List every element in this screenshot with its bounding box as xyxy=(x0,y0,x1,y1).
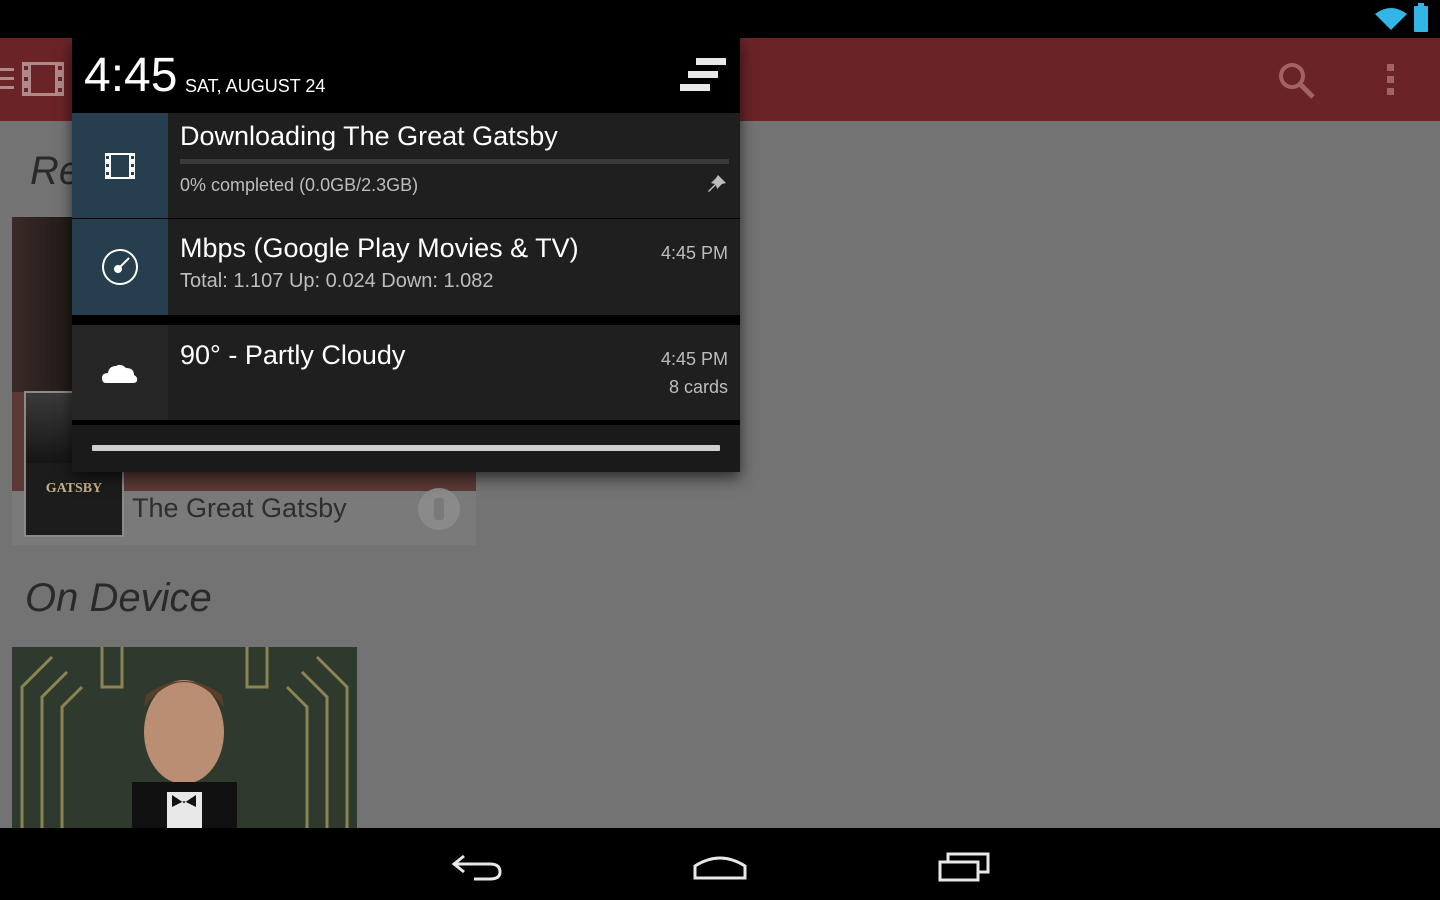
recent-item-title: The Great Gatsby xyxy=(132,493,347,523)
recents-icon[interactable] xyxy=(936,850,994,882)
film-icon xyxy=(105,152,135,179)
on-device-poster[interactable] xyxy=(12,647,357,828)
notification-subtitle: Total: 1.107 Up: 0.024 Down: 1.082 xyxy=(180,270,494,292)
notification-mbps[interactable]: Mbps (Google Play Movies & TV) Total: 1.… xyxy=(72,219,740,315)
on-device-section-title: On Device xyxy=(25,576,212,620)
shade-date: SAT, AUGUST 24 xyxy=(185,76,326,96)
notification-icon-tile xyxy=(72,113,168,218)
poster-title-text: GATSBY xyxy=(45,481,103,496)
notification-subtitle: 0% completed (0.0GB/2.3GB) xyxy=(180,175,419,195)
notification-weather[interactable]: 90° - Partly Cloudy 4:45 PM 8 cards xyxy=(72,325,740,420)
shade-handle-area[interactable] xyxy=(72,425,740,472)
notification-icon-tile xyxy=(72,325,168,420)
download-progress-bar xyxy=(180,159,729,164)
cloud-icon xyxy=(102,364,138,383)
pin-download-icon[interactable] xyxy=(418,488,460,530)
search-icon[interactable] xyxy=(1278,62,1316,100)
notification-card-count: 8 cards xyxy=(668,377,728,397)
recent-card-footer: GATSBY The Great Gatsby xyxy=(12,391,476,545)
back-icon[interactable] xyxy=(450,850,504,882)
notification-title: 90° - Partly Cloudy xyxy=(180,340,406,370)
notification-shade: 4:45 SAT, AUGUST 24 Downloading The Grea… xyxy=(72,38,740,472)
notification-time: 4:45 PM xyxy=(660,243,728,263)
art-deco-pattern xyxy=(20,647,349,828)
home-icon[interactable] xyxy=(691,850,749,882)
notification-title: Mbps (Google Play Movies & TV) xyxy=(180,233,579,263)
overflow-menu-icon[interactable] xyxy=(1387,64,1395,96)
status-bar xyxy=(0,0,1440,38)
film-icon[interactable] xyxy=(22,62,64,96)
navigation-bar xyxy=(0,828,1440,900)
battery-icon xyxy=(1414,3,1428,32)
speedometer-icon xyxy=(102,249,138,285)
notification-icon-tile xyxy=(72,219,168,315)
wifi-icon xyxy=(1375,8,1407,30)
notification-time: 4:45 PM xyxy=(660,349,728,369)
shade-drag-handle[interactable] xyxy=(92,445,720,451)
clear-all-icon[interactable] xyxy=(680,58,726,92)
pin-icon[interactable] xyxy=(706,173,728,195)
notification-title: Downloading The Great Gatsby xyxy=(180,121,558,151)
shade-time: 4:45 xyxy=(84,49,178,102)
notification-download[interactable]: Downloading The Great Gatsby 0% complete… xyxy=(72,113,740,218)
drawer-menu-icon[interactable] xyxy=(0,68,14,90)
